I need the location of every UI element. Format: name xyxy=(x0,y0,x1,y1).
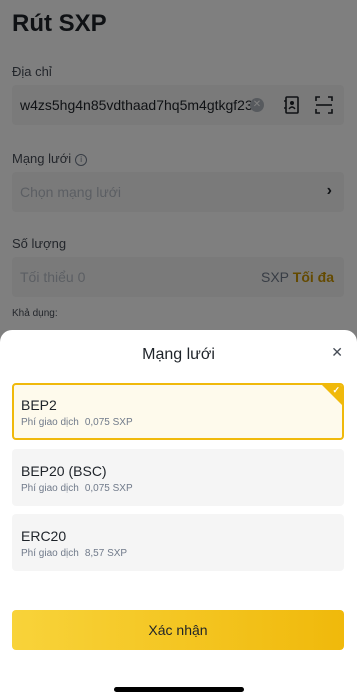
fee-label: Phí giao dịch xyxy=(21,548,79,559)
option-fee: Phí giao dịch 0,075 SXP xyxy=(21,417,133,428)
confirm-button[interactable]: Xác nhận xyxy=(12,610,344,650)
fee-label: Phí giao dịch xyxy=(21,417,79,428)
fee-value: 0,075 SXP xyxy=(84,417,133,428)
option-name: ERC20 xyxy=(21,528,67,544)
home-indicator[interactable] xyxy=(114,687,244,692)
network-option-erc20[interactable]: ERC20 Phí giao dịch 8,57 SXP xyxy=(12,514,344,571)
close-icon[interactable]: ✕ xyxy=(331,344,343,361)
network-option-bep2[interactable]: BEP2 Phí giao dịch 0,075 SXP ✓ xyxy=(12,383,344,440)
option-name: BEP20 (BSC) xyxy=(21,463,107,479)
check-icon: ✓ xyxy=(332,385,340,395)
fee-value: 0,075 SXP xyxy=(84,483,133,494)
network-option-bep20[interactable]: BEP20 (BSC) Phí giao dịch 0,075 SXP xyxy=(12,449,344,506)
fee-label: Phí giao dịch xyxy=(21,483,79,494)
fee-value: 8,57 SXP xyxy=(84,548,128,559)
option-name: BEP2 xyxy=(21,397,57,413)
network-bottom-sheet: Mạng lưới ✕ BEP2 Phí giao dịch 0,075 SXP … xyxy=(0,330,357,699)
sheet-title: Mạng lưới xyxy=(142,346,215,363)
option-fee: Phí giao dịch 0,075 SXP xyxy=(21,483,133,494)
option-fee: Phí giao dịch 8,57 SXP xyxy=(21,548,127,559)
